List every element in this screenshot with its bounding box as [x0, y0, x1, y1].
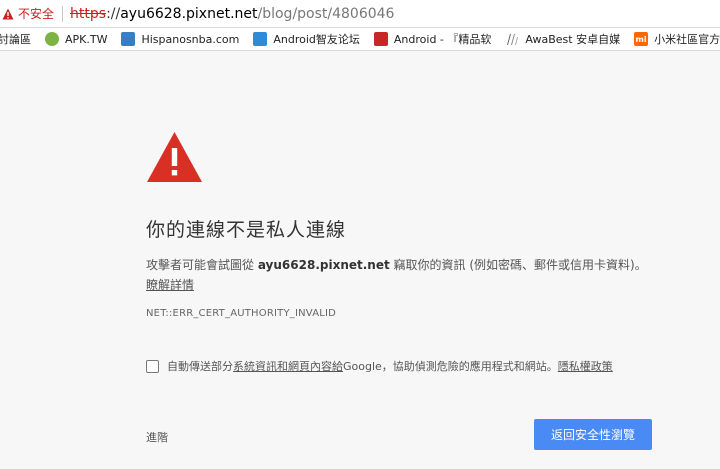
- hispanosnba-icon: [121, 32, 136, 46]
- advanced-button[interactable]: 進階: [146, 429, 168, 445]
- bookmark-forum[interactable]: 討論區: [0, 28, 31, 50]
- page-title: 你的連線不是私人連線: [146, 219, 347, 241]
- awabest-icon: [507, 34, 519, 45]
- android-forum-icon: [253, 32, 268, 46]
- url-separator: ://: [106, 5, 121, 22]
- bookmark-mi[interactable]: mi 小米社區官方論壇: [634, 28, 720, 50]
- learn-more-link[interactable]: 瞭解詳情: [146, 276, 194, 293]
- url-path: /blog/post/4806046: [257, 5, 395, 22]
- system-info-link[interactable]: 系統資訊和網頁內容給: [233, 358, 343, 374]
- desc-after: 竊取你的資訊 (例如密碼、郵件或信用卡資料)。: [389, 258, 647, 272]
- desc-before: 攻擊者可能會試圖從: [146, 258, 258, 272]
- apk-tw-icon: [45, 32, 59, 46]
- bookmark-label: APK.TW: [65, 32, 108, 46]
- bookmark-label: Android - 『精品软: [393, 33, 492, 46]
- url-scheme: https: [70, 5, 107, 22]
- desc-host: ayu6628.pixnet.net: [257, 258, 390, 272]
- address-bar[interactable]: 不安全 https://ayu6628.pixnet.net/blog/post…: [0, 0, 720, 28]
- bookmark-hispanosnba[interactable]: Hispanosnba.com: [121, 28, 240, 50]
- bookmark-label: Hispanosnba.com: [141, 32, 240, 46]
- warning-triangle-icon: [2, 8, 14, 19]
- bookmarks-bar: 討論區 APK.TW Hispanosnba.com Android智友论坛 A…: [0, 28, 720, 51]
- bookmark-android-forum[interactable]: Android智友论坛: [253, 28, 360, 50]
- bookmark-apk-tw[interactable]: APK.TW: [45, 28, 108, 50]
- not-secure-label[interactable]: 不安全: [18, 5, 54, 22]
- interstitial-page: 你的連線不是私人連線 攻擊者可能會試圖從 ayu6628.pixnet.net …: [0, 52, 720, 469]
- back-to-safety-button[interactable]: 返回安全性瀏覽: [534, 419, 652, 450]
- bookmark-awabest[interactable]: AwaBest 安卓自媒: [505, 28, 621, 50]
- checkbox-label-before: 自動傳送部分: [167, 360, 233, 373]
- send-report-option: 自動傳送部分 系統資訊和網頁內容給 Google，協助偵測危險的應用程式和網站。隱…: [146, 358, 613, 374]
- bookmark-label: 討論區: [0, 33, 31, 46]
- bookmark-label: 小米社區官方論壇: [654, 33, 720, 46]
- privacy-policy-link[interactable]: 隱私權政策: [558, 358, 613, 374]
- send-report-checkbox[interactable]: [146, 359, 159, 373]
- bookmark-label: Android智友论坛: [273, 33, 360, 46]
- bookmark-label: AwaBest 安卓自媒: [525, 33, 621, 46]
- warning-description: 攻擊者可能會試圖從 ayu6628.pixnet.net 竊取你的資訊 (例如密…: [146, 255, 647, 275]
- checkbox-label-after: Google，協助偵測危險的應用程式和網站。: [343, 360, 558, 373]
- url-host: ayu6628.pixnet.net: [120, 5, 258, 22]
- android-app-icon: [373, 32, 388, 46]
- error-code[interactable]: NET::ERR_CERT_AUTHORITY_INVALID: [146, 308, 336, 319]
- warning-triangle-icon: [147, 132, 202, 182]
- address-separator: [62, 5, 64, 22]
- mi-icon: mi: [634, 32, 649, 46]
- bookmark-android-apps[interactable]: Android - 『精品软: [373, 28, 492, 50]
- url-text[interactable]: https://ayu6628.pixnet.net/blog/post/480…: [70, 6, 394, 22]
